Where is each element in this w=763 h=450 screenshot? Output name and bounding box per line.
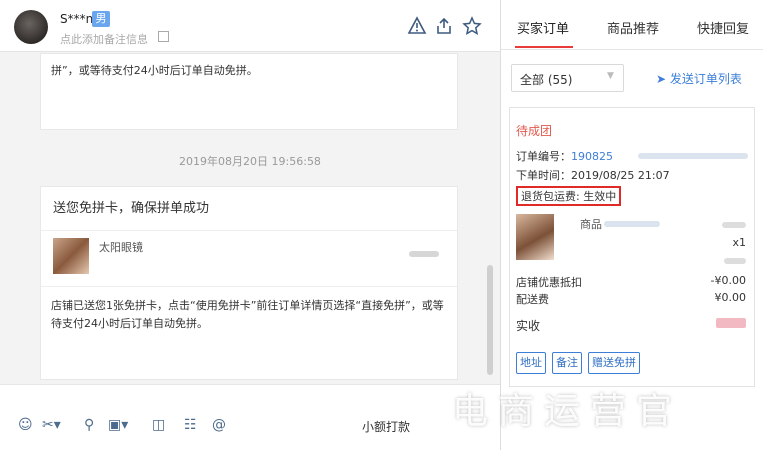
small-payment-button[interactable]: 小额打款 xyxy=(362,418,410,435)
message-card: 拼”，或等待支付24小时后订单自动免拼。 xyxy=(40,53,458,130)
remark-button[interactable]: 备注 xyxy=(552,352,582,374)
filter-value: 全部 (55) xyxy=(520,73,573,87)
warning-icon[interactable] xyxy=(407,16,427,36)
discount-value: -¥0.00 xyxy=(710,274,746,287)
message-list: 拼”，或等待支付24小时后订单自动免拼。 2019年08月20日 19:56:5… xyxy=(0,53,500,383)
edit-icon[interactable] xyxy=(158,31,169,42)
chevron-down-icon: ▼ xyxy=(607,71,614,81)
send-icon: ➤ xyxy=(656,72,670,86)
blurred-price xyxy=(409,251,439,257)
gift-free-group-button[interactable]: 赠送免拼 xyxy=(588,352,640,374)
send-order-list-button[interactable]: ➤ 发送订单列表 xyxy=(656,70,742,87)
tab-product-recommend[interactable]: 商品推荐 xyxy=(607,18,659,37)
image-icon[interactable]: ▣▾ xyxy=(108,417,128,433)
gender-badge: 男 xyxy=(92,11,110,27)
address-button[interactable]: 地址 xyxy=(516,352,546,374)
product-quantity: x1 xyxy=(732,236,746,249)
order-number: 订单编号：190825 xyxy=(516,148,613,164)
product-thumbnail xyxy=(53,238,89,274)
paid-label: 实收 xyxy=(516,319,541,333)
free-group-card: 送您免拼卡，确保拼单成功 太阳眼镜 店铺已送您1张免拼卡，点击“使用免拼卡”前往… xyxy=(40,186,458,380)
star-icon[interactable] xyxy=(462,16,482,36)
order-status: 待成团 xyxy=(516,124,553,138)
blurred-price xyxy=(722,222,746,228)
chat-header: S***n 男 点此添加备注信息 xyxy=(0,0,500,52)
avatar[interactable] xyxy=(14,10,48,44)
order-time: 下单时间：2019/08/25 21:07 xyxy=(516,169,670,182)
share-icon[interactable] xyxy=(434,16,454,36)
remark-link[interactable]: 点此添加备注信息 xyxy=(60,31,148,47)
scrollbar[interactable] xyxy=(487,265,493,375)
file-icon[interactable]: ☷ xyxy=(184,417,197,433)
send-order-list-label: 发送订单列表 xyxy=(669,72,742,86)
blurred-product-name xyxy=(604,221,660,227)
chat-panel: S***n 男 点此添加备注信息 拼”，或等待支付24小时后订单自动免拼。 20… xyxy=(0,0,500,450)
card-product[interactable]: 太阳眼镜 xyxy=(41,231,457,287)
watermark-text: 电商运营官 xyxy=(452,391,683,432)
card-description: 店铺已送您1张免拼卡，点击“使用免拼卡”前往订单详情页选择“直接免拼”，或等待支… xyxy=(51,299,444,330)
order-filter-select[interactable]: 全部 (55) ▼ xyxy=(511,64,624,92)
blurred-paid-amount xyxy=(716,318,746,328)
at-icon[interactable]: @ xyxy=(212,417,226,433)
scissors-icon[interactable]: ✂▾ xyxy=(42,417,61,433)
input-toolbar: ☺ ✂▾ ⚲ ▣▾ ◫ ☷ @ 小额打款 xyxy=(0,384,500,450)
link-icon[interactable]: ⚲ xyxy=(84,417,94,433)
product-name: 商品 xyxy=(580,218,602,231)
order-card: 待成团 订单编号：190825 下单时间：2019/08/25 21:07 退货… xyxy=(509,107,755,387)
shipping-label: 配送费 xyxy=(516,293,549,306)
active-tab-indicator xyxy=(515,46,573,48)
product-name: 太阳眼镜 xyxy=(99,241,143,254)
tab-quick-reply[interactable]: 快捷回复 xyxy=(697,18,749,37)
emoji-icon[interactable]: ☺ xyxy=(18,417,33,433)
video-icon[interactable]: ◫ xyxy=(152,417,165,433)
message-text: 拼”，或等待支付24小时后订单自动免拼。 xyxy=(51,64,258,77)
card-title: 送您免拼卡，确保拼单成功 xyxy=(41,187,457,231)
discount-label: 店铺优惠抵扣 xyxy=(516,276,582,289)
buyer-name: S***n xyxy=(60,12,94,26)
tab-buyer-orders[interactable]: 买家订单 xyxy=(517,18,569,37)
blurred-order-suffix xyxy=(638,153,748,159)
order-number-label: 订单编号： xyxy=(516,150,571,163)
freight-insurance-badge: 退货包运费: 生效中 xyxy=(516,186,622,206)
timestamp: 2019年08月20日 19:56:58 xyxy=(179,155,321,168)
product-thumbnail[interactable] xyxy=(516,214,554,260)
shipping-value: ¥0.00 xyxy=(714,291,747,304)
blurred-subtotal xyxy=(724,258,746,264)
tab-bar: 买家订单 商品推荐 快捷回复 xyxy=(501,0,763,50)
order-number-value[interactable]: 190825 xyxy=(571,150,613,163)
